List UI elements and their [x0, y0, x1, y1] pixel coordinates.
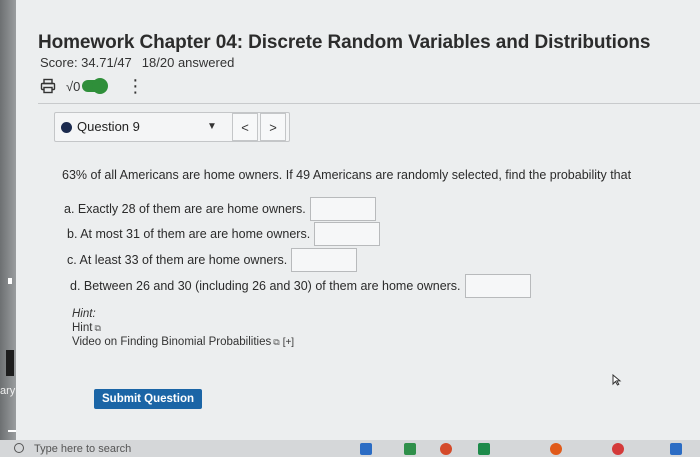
hint-link[interactable]: Hint [72, 322, 92, 334]
hint-title: Hint: [72, 308, 96, 320]
part-b-label: b. At most 31 of them are are home owner… [67, 227, 311, 241]
next-question-button[interactable]: > [260, 113, 286, 141]
homework-page: Homework Chapter 04: Discrete Random Var… [16, 0, 700, 440]
expand-toggle[interactable]: [+] [283, 337, 294, 348]
print-icon[interactable] [40, 78, 56, 94]
part-c-answer-input[interactable] [291, 248, 358, 272]
part-a-label: a. Exactly 28 of them are are home owner… [64, 202, 306, 216]
math-entry-toggle[interactable]: √0 [66, 78, 109, 94]
part-b-answer-input[interactable] [314, 222, 381, 246]
browser-app-icon[interactable] [550, 443, 562, 455]
divider [38, 103, 700, 104]
strip-mark [8, 278, 12, 284]
hint-block: Hint: Hint ⧉ Video on Finding Binomial Pr… [72, 307, 294, 350]
question-label: Question 9 [77, 119, 140, 134]
submit-question-button[interactable]: Submit Question [94, 389, 202, 409]
video-link-row: Video on Finding Binomial Probabilities ⧉… [72, 335, 294, 350]
status-dot-icon [61, 122, 72, 133]
sqrt-icon: √0 [66, 78, 81, 94]
answered-count: 18/20 answered [141, 55, 235, 70]
page-title: Homework Chapter 04: Discrete Random Var… [38, 32, 651, 53]
external-link-icon: ⧉ [273, 337, 280, 347]
score-row: Score: 34.71/47 18/20 answered [40, 55, 234, 70]
part-a-answer-input[interactable] [309, 197, 376, 221]
part-b: b. At most 31 of them are are home owner… [67, 222, 381, 246]
hint-link-row: Hint ⧉ [72, 321, 294, 335]
strip-mark [6, 350, 14, 376]
score-text: Score: 34.71/47 [40, 55, 132, 70]
search-icon[interactable] [14, 443, 24, 453]
sidebar-fragment-text: ary [0, 385, 16, 397]
spreadsheet-app-icon[interactable] [478, 443, 490, 455]
video-link[interactable]: Video on Finding Binomial Probabilities [72, 336, 271, 348]
part-c: c. At least 33 of them are home owners. [67, 248, 358, 272]
strip-mark [8, 430, 16, 432]
excel-app-icon[interactable] [404, 443, 416, 455]
part-d-answer-input[interactable] [464, 274, 531, 298]
taskbar-search-input[interactable]: Type here to search [34, 443, 131, 455]
more-options-icon[interactable]: ⋮ [126, 77, 144, 95]
part-d: d. Between 26 and 30 (including 26 and 3… [70, 274, 531, 298]
part-c-label: c. At least 33 of them are home owners. [67, 253, 288, 267]
mouse-cursor-icon [612, 373, 622, 391]
taskbar: Type here to search [0, 440, 700, 457]
adjacent-window-strip: ary [0, 0, 16, 457]
word-app-icon[interactable] [360, 443, 372, 455]
app-icon[interactable] [612, 443, 624, 455]
part-d-label: d. Between 26 and 30 (including 26 and 3… [70, 279, 461, 293]
part-a: a. Exactly 28 of them are are home owner… [64, 197, 376, 221]
chrome-app-icon[interactable] [440, 443, 452, 455]
question-text: 63% of all Americans are home owners. If… [62, 168, 632, 182]
toolbar: √0 ⋮ [40, 76, 144, 96]
previous-question-button[interactable]: < [232, 113, 258, 141]
app-icon[interactable] [670, 443, 682, 455]
dropdown-caret-icon: ▼ [207, 121, 217, 132]
toggle-switch-icon [82, 78, 109, 94]
external-link-icon: ⧉ [94, 323, 101, 333]
